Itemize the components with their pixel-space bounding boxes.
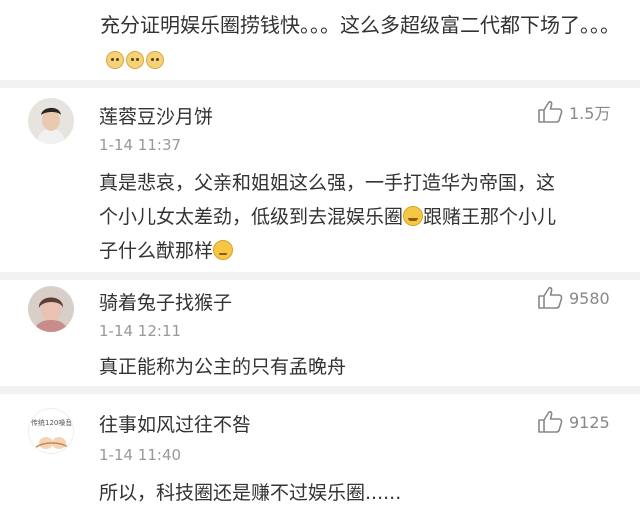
doge-emoji-icon — [146, 51, 164, 69]
thumbs-up-icon — [538, 410, 563, 433]
username[interactable]: 往事如风过往不咎 — [99, 410, 251, 437]
comment-line: 所以，科技圈还是赚不过娱乐圈...... — [99, 482, 402, 504]
comment-line-wrap: 子什么猷那样 — [99, 234, 619, 268]
emoji-group — [106, 51, 164, 69]
avatar-caption: 传统120噪音 — [31, 419, 73, 427]
comment-line: 跟赌王那个小儿 — [423, 206, 557, 228]
comment-line: 子什么猷那样 — [99, 240, 214, 262]
comment-item: 骑着兔子找猴子 1-14 12:11 9580 真正能称为公主的只有孟晚舟 — [0, 280, 640, 386]
avatar[interactable]: 传统120噪音 — [28, 408, 74, 454]
grin-emoji-icon — [403, 206, 424, 226]
comment-time: 1-14 11:37 — [99, 136, 182, 154]
avatar[interactable] — [28, 286, 74, 332]
username[interactable]: 骑着兔子找猴子 — [99, 288, 232, 315]
comment-item: 传统120噪音 往事如风过往不咎 1-14 11:40 9125 所以，科技圈还… — [0, 394, 640, 506]
divider — [0, 272, 640, 280]
like-button[interactable]: 1.5万 — [537, 100, 610, 124]
thumbs-up-icon — [538, 286, 563, 309]
comment-body: 真正能称为公主的只有孟晚舟 — [99, 350, 619, 384]
like-count: 9580 — [569, 288, 610, 308]
top-comment-text: 充分证明娱乐圈捞钱快。。。这么多超级富二代都下场了。。。 — [100, 8, 620, 76]
like-count: 9125 — [569, 412, 610, 432]
comment-body: 真是悲哀，父亲和姐姐这么强，一手打造华为帝国，这 个小儿女太差劲，低级到去混娱乐… — [99, 166, 619, 268]
comment-time: 1-14 11:40 — [99, 446, 182, 464]
comment-body: 所以，科技圈还是赚不过娱乐圈...... — [99, 476, 619, 506]
thumbs-up-icon — [538, 100, 563, 123]
username[interactable]: 莲蓉豆沙月饼 — [99, 102, 213, 129]
divider — [0, 386, 640, 394]
comment-line: 个小儿女太差劲，低级到去混娱乐圈 — [99, 206, 404, 228]
doge-emoji-icon — [126, 51, 144, 69]
doge-emoji-icon — [106, 51, 124, 69]
comment-time: 1-14 12:11 — [99, 322, 182, 340]
comment-line-wrap: 个小儿女太差劲，低级到去混娱乐圈 跟赌王那个小儿 — [99, 200, 619, 234]
thinking-emoji-icon — [213, 240, 234, 260]
comment-line: 真是悲哀，父亲和姐姐这么强，一手打造华为帝国，这 — [99, 172, 556, 194]
like-button[interactable]: 9125 — [537, 410, 610, 434]
divider — [0, 80, 640, 88]
comment-line: 真正能称为公主的只有孟晚舟 — [99, 356, 347, 378]
avatar[interactable] — [28, 98, 74, 144]
comment-item: 莲蓉豆沙月饼 1-14 11:37 1.5万 真是悲哀，父亲和姐姐这么强，一手打… — [0, 88, 640, 280]
like-button[interactable]: 9580 — [537, 286, 610, 310]
top-comment-body: 充分证明娱乐圈捞钱快。。。这么多超级富二代都下场了。。。 — [100, 13, 620, 37]
like-count: 1.5万 — [569, 104, 611, 123]
